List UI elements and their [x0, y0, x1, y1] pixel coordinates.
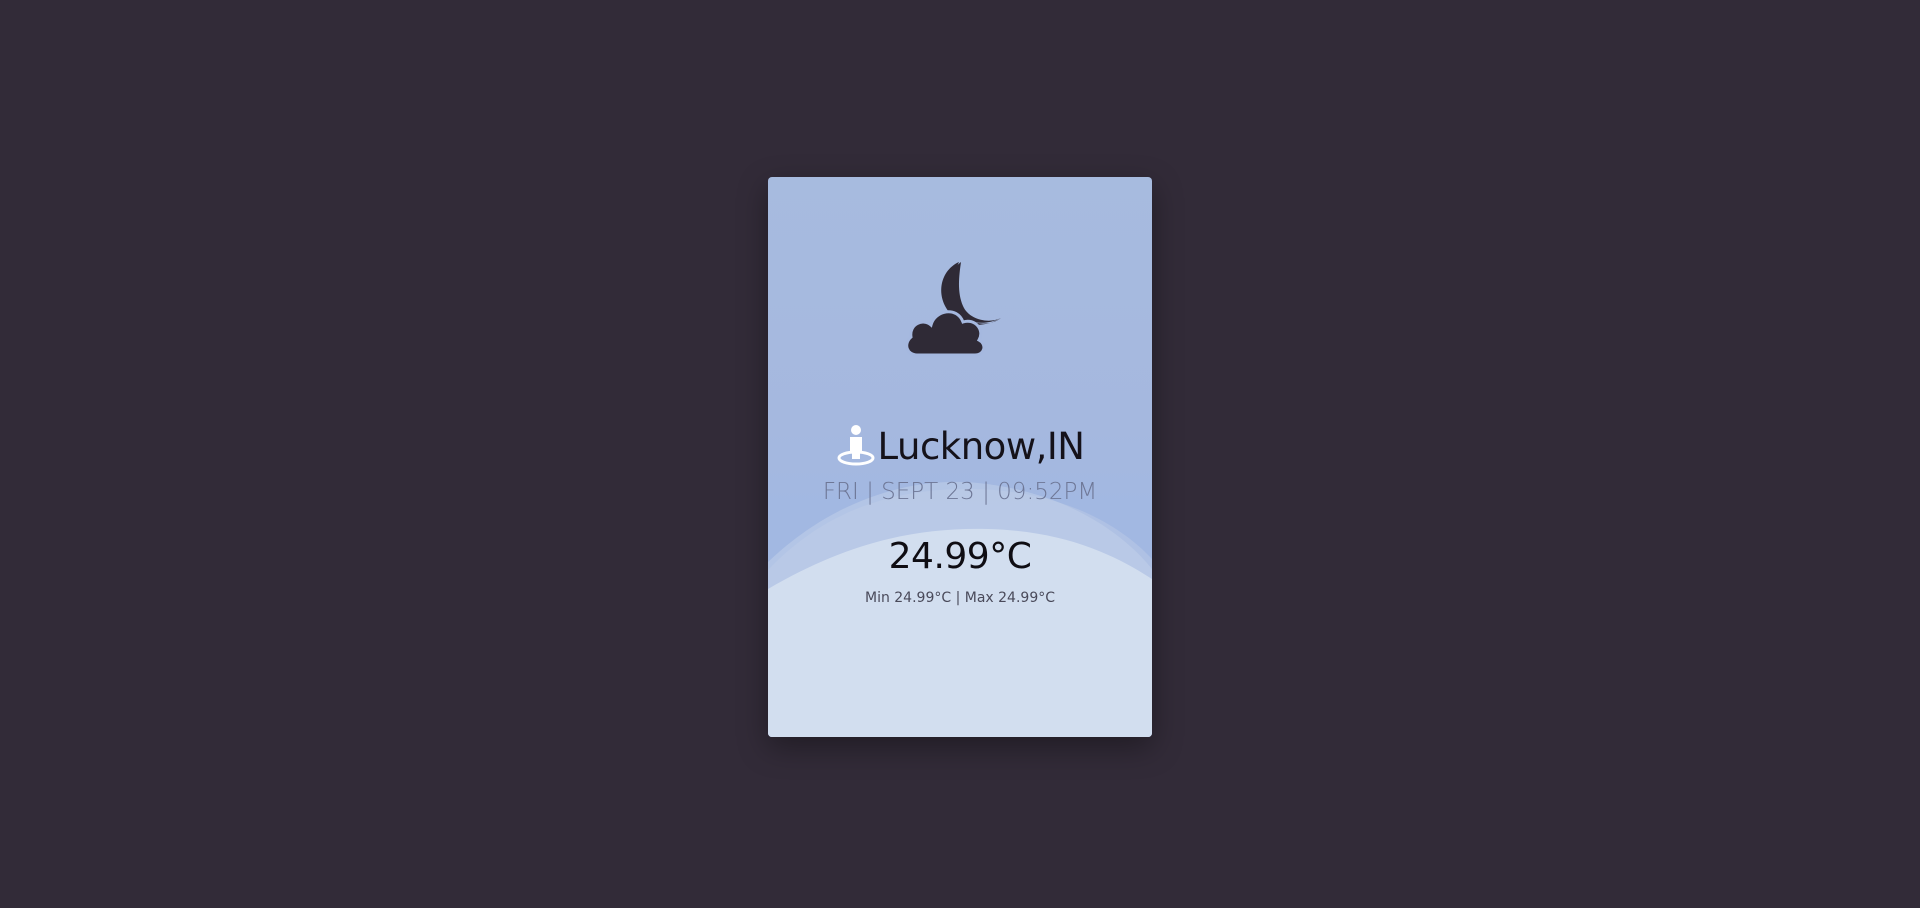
city-name: Lucknow,IN [877, 424, 1085, 468]
min-max-temperature: Min 24.99°C | Max 24.99°C [864, 590, 1055, 606]
moon-cloud-icon [905, 262, 1001, 357]
current-temperature: 24.99°C [888, 536, 1032, 577]
weather-card: Lucknow,IN FRI | SEPT 23 | 09:52PM 24.99… [768, 177, 1152, 737]
location-person-icon [837, 425, 875, 466]
location-row: Lucknow,IN [768, 420, 1152, 472]
date-time: FRI | SEPT 23 | 09:52PM [822, 479, 1098, 505]
